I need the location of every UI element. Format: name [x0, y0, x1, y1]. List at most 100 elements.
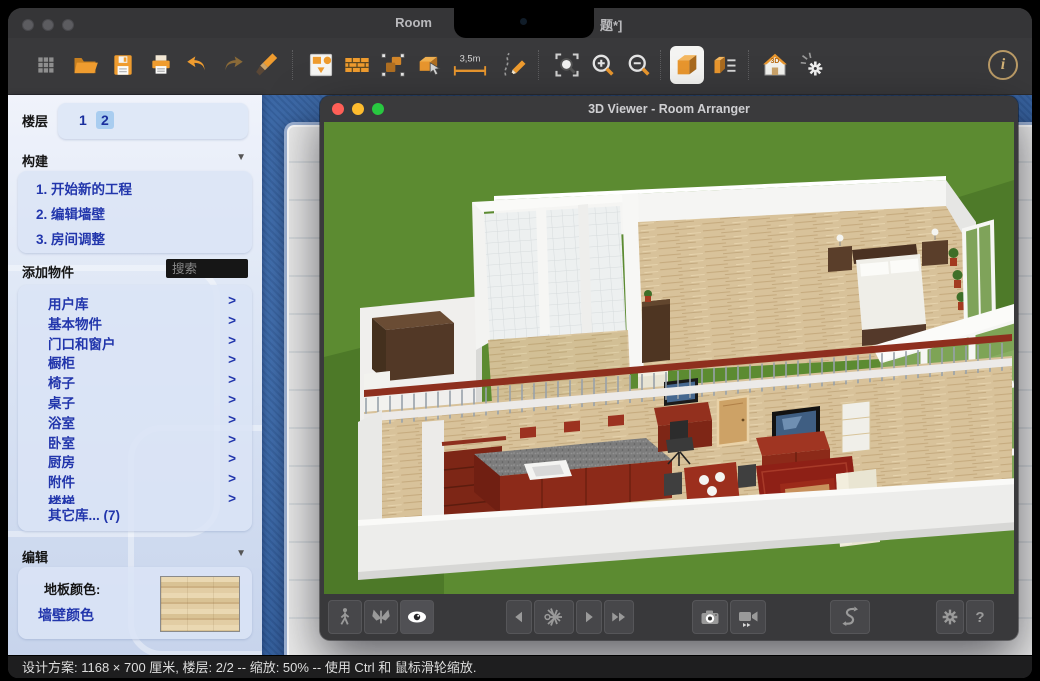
brick-wall-icon	[343, 51, 371, 79]
library-item-stairs[interactable]: 楼梯>	[18, 491, 252, 504]
floor-label: 楼层	[22, 111, 48, 130]
fast-forward-button[interactable]	[604, 600, 634, 634]
floor-tab-1[interactable]: 1	[74, 111, 92, 129]
viewer-3d-window[interactable]: 3D Viewer - Room Arranger	[320, 96, 1018, 640]
minimize-button[interactable]	[42, 19, 54, 31]
floor-color-swatch[interactable]	[160, 576, 240, 632]
measure-icon: 3,5m	[450, 51, 490, 79]
viewer-settings-button[interactable]	[936, 600, 964, 634]
snapshot-button[interactable]	[692, 600, 728, 634]
step-back-button[interactable]	[506, 600, 532, 634]
gear-icon	[939, 606, 961, 628]
zoom-selection-button[interactable]	[550, 46, 584, 84]
save-button[interactable]	[106, 46, 140, 84]
library-item-basic[interactable]: 基本物件>	[18, 313, 252, 333]
insert-object-button[interactable]	[412, 46, 446, 84]
display-notch	[454, 8, 594, 38]
window-title-right: 题*]	[600, 15, 622, 34]
collapse-edit-icon[interactable]: ▼	[236, 548, 246, 559]
viewer-toolbar: ?	[320, 594, 1018, 640]
search-input[interactable]	[166, 259, 248, 278]
toolbar-separator	[660, 50, 661, 80]
zoom-out-icon	[625, 51, 653, 79]
view-3d-icon	[673, 51, 701, 79]
library-item-user[interactable]: 用户库>	[18, 293, 252, 313]
chevron-right-icon: >	[228, 352, 236, 367]
prev-icon	[510, 608, 528, 626]
wall-color-link[interactable]: 墙壁颜色	[38, 605, 94, 625]
fly-mode-button[interactable]	[364, 600, 398, 634]
chevron-right-icon: >	[228, 491, 236, 504]
library-item-tables[interactable]: 桌子>	[18, 392, 252, 412]
new-project-icon	[34, 52, 60, 78]
chevron-right-icon: >	[228, 313, 236, 328]
viewport-3d[interactable]	[324, 122, 1014, 594]
house-3d-button[interactable]: 3D	[758, 46, 792, 84]
insert-object-icon	[415, 51, 443, 79]
library-item-accessories[interactable]: 附件>	[18, 471, 252, 491]
object-list-3d-button[interactable]	[708, 46, 742, 84]
render-settings-button[interactable]	[796, 46, 830, 84]
content-area: 楼层 1 2 构建 ▼ 1. 开始新的工程 2. 编辑墙壁 3. 房间调整 添加…	[8, 95, 1032, 655]
build-walls-button[interactable]	[340, 46, 374, 84]
view-3d-button[interactable]	[670, 46, 704, 84]
library-item-bathroom[interactable]: 浴室>	[18, 412, 252, 432]
open-button[interactable]	[68, 46, 102, 84]
library-item-doors-windows[interactable]: 门口和窗户>	[18, 333, 252, 353]
redo-button[interactable]	[216, 46, 250, 84]
floor-tab-2[interactable]: 2	[96, 111, 114, 129]
object-list-3d-icon	[711, 51, 739, 79]
floor-plan-button[interactable]	[304, 46, 338, 84]
new-project-button[interactable]	[30, 46, 64, 84]
toolbar-separator	[538, 50, 539, 80]
measure-button[interactable]: 3,5m	[448, 46, 492, 84]
info-icon: i	[1001, 56, 1005, 74]
library-item-bedroom[interactable]: 卧室>	[18, 432, 252, 452]
refresh-scene-button[interactable]	[830, 600, 870, 634]
select-objects-button[interactable]	[376, 46, 410, 84]
chevron-right-icon: >	[228, 372, 236, 387]
play-icon	[580, 608, 598, 626]
library-item-cabinets[interactable]: 橱柜>	[18, 352, 252, 372]
walk-mode-button[interactable]	[328, 600, 362, 634]
build-step-3[interactable]: 3. 房间调整	[18, 227, 252, 252]
build-step-1[interactable]: 1. 开始新的工程	[18, 177, 252, 202]
chevron-right-icon: >	[228, 412, 236, 427]
collapse-build-icon[interactable]: ▼	[236, 152, 246, 163]
viewer-titlebar[interactable]: 3D Viewer - Room Arranger	[320, 96, 1018, 122]
undo-button[interactable]	[180, 46, 214, 84]
zoom-in-button[interactable]	[586, 46, 620, 84]
chevron-right-icon: >	[228, 392, 236, 407]
chevron-right-icon: >	[228, 333, 236, 348]
record-video-button[interactable]	[730, 600, 766, 634]
look-mode-button[interactable]	[400, 600, 434, 634]
viewer-help-button[interactable]: ?	[966, 600, 994, 634]
butterfly-icon	[370, 606, 392, 628]
print-button[interactable]	[144, 46, 178, 84]
light-button[interactable]	[534, 600, 574, 634]
interior-door-right	[718, 396, 748, 446]
zoom-out-button[interactable]	[622, 46, 656, 84]
redo-icon	[220, 52, 246, 78]
light-rays-icon	[542, 605, 566, 629]
zoom-button[interactable]	[62, 19, 74, 31]
close-button[interactable]	[22, 19, 34, 31]
library-item-kitchen[interactable]: 厨房>	[18, 451, 252, 471]
refresh-icon	[838, 605, 862, 629]
build-step-2[interactable]: 2. 编辑墙壁	[18, 202, 252, 227]
bed	[852, 244, 926, 346]
library-item-chairs[interactable]: 椅子>	[18, 372, 252, 392]
format-brush-button[interactable]	[252, 46, 286, 84]
floor-plan-icon	[307, 51, 335, 79]
info-button[interactable]: i	[988, 50, 1018, 80]
add-objects-label: 添加物件	[22, 262, 74, 281]
select-objects-icon	[379, 51, 407, 79]
play-button[interactable]	[576, 600, 602, 634]
library-item-other[interactable]: 其它库... (7)	[18, 504, 252, 526]
brush-icon	[255, 51, 283, 79]
draw-pencil-icon	[501, 51, 529, 79]
draw-button[interactable]	[498, 46, 532, 84]
edit-header: 编辑	[22, 547, 48, 566]
camera-dot	[520, 18, 527, 25]
status-bar: 设计方案: 1168 × 700 厘米, 楼层: 2/2 -- 缩放: 50% …	[8, 655, 1032, 678]
